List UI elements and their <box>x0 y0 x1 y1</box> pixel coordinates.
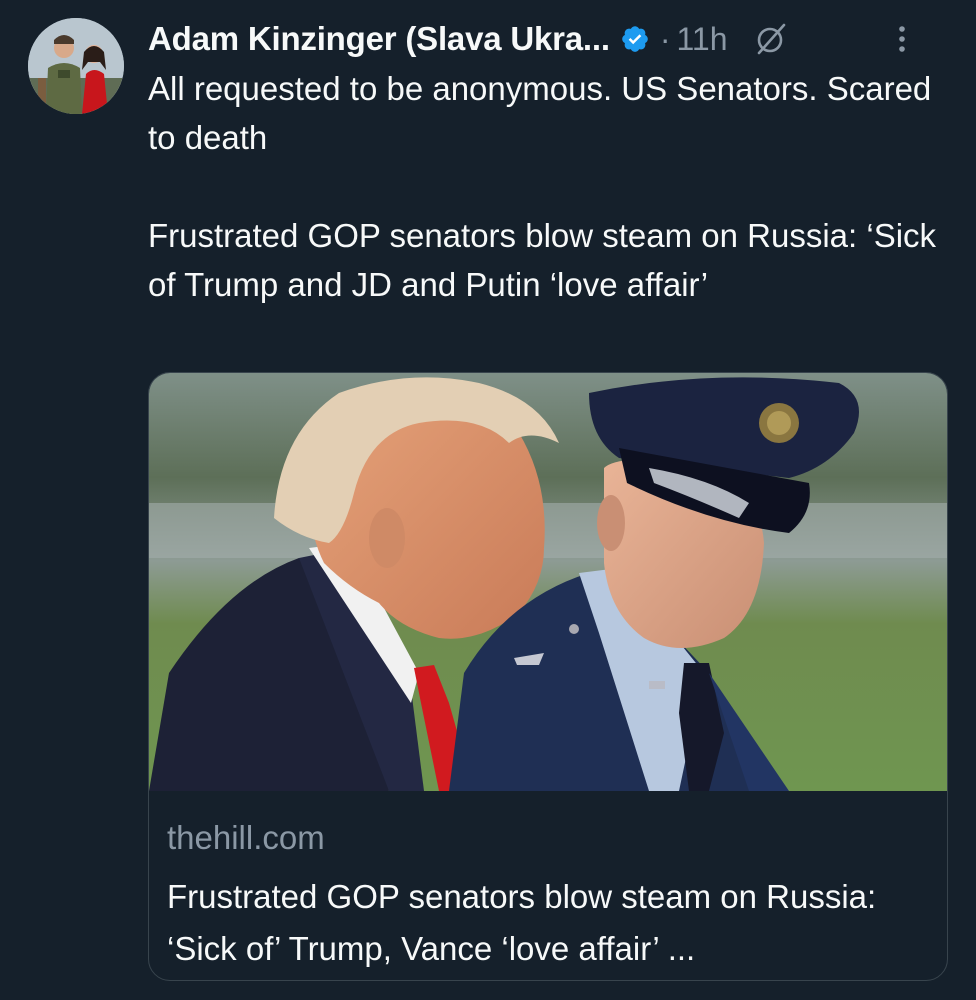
card-domain: thehill.com <box>167 819 325 856</box>
tweet-text-line-2: Frustrated GOP senators blow steam on Ru… <box>148 217 937 303</box>
tweet-header: Adam Kinzinger (Slava Ukra... · 11h <box>148 16 948 62</box>
timestamp[interactable]: 11h <box>677 21 728 58</box>
separator-dot: · <box>659 20 671 57</box>
verified-badge-icon <box>620 24 650 54</box>
avatar[interactable] <box>28 18 124 114</box>
link-card[interactable]: thehill.com Frustrated GOP senators blow… <box>148 372 948 981</box>
more-vertical-icon[interactable] <box>898 24 906 54</box>
tweet-text: All requested to be anonymous. US Senato… <box>148 64 958 309</box>
grok-icon[interactable] <box>754 22 788 56</box>
tweet-text-line-1: All requested to be anonymous. US Senato… <box>148 70 932 156</box>
tweet[interactable]: Adam Kinzinger (Slava Ukra... · 11h All … <box>0 0 976 1000</box>
card-title: Frustrated GOP senators blow steam on Ru… <box>167 878 877 967</box>
card-image[interactable] <box>149 373 947 791</box>
author-name[interactable]: Adam Kinzinger (Slava Ukra... <box>148 20 610 58</box>
